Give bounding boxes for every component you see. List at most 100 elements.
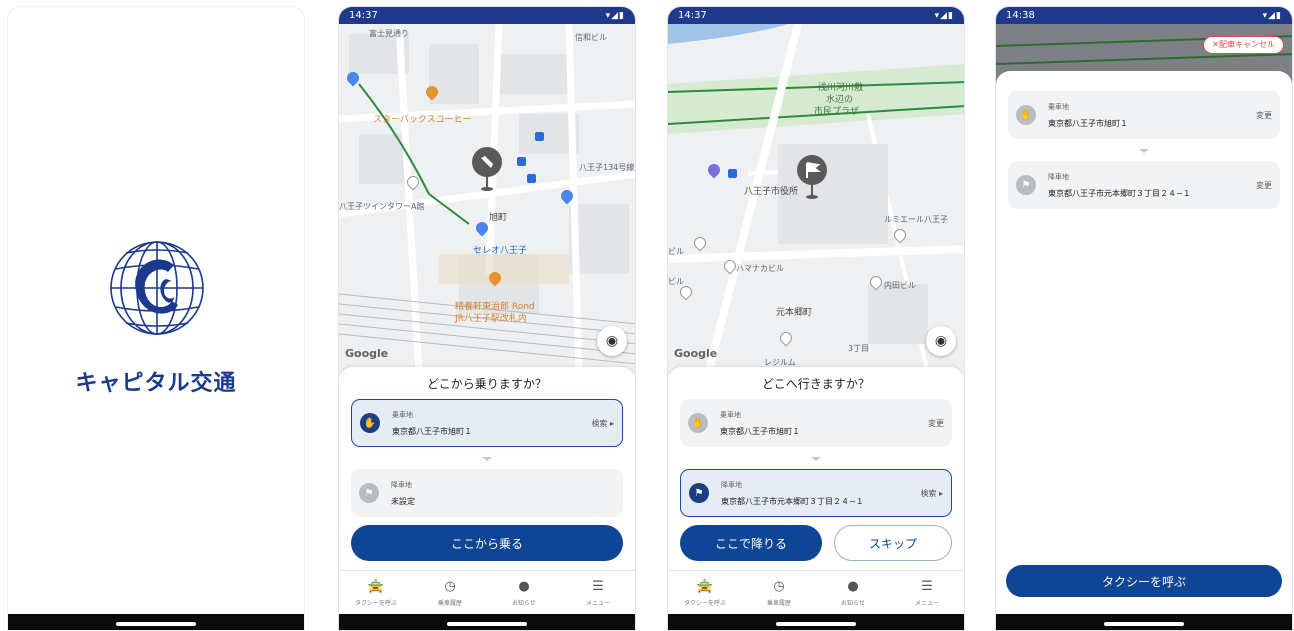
home-indicator[interactable]	[1104, 622, 1184, 626]
tab-bar: 🚖 タクシーを呼ぶ ◷ 乗車履歴 ● お知らせ ☰ メニュー	[339, 570, 635, 614]
pickup-change[interactable]: 変更	[1256, 110, 1272, 121]
flag-icon: ⚑	[689, 483, 709, 503]
home-indicator[interactable]	[776, 622, 856, 626]
tab-label: 乗車履歴	[437, 599, 462, 607]
confirm-panel: ✋ 乗車地 東京都八王子市旭町１ 変更 ⚑ 降車地 東京都八王子市元本郷町３丁目…	[996, 71, 1292, 614]
pickup-hand-icon: ✋	[360, 413, 380, 433]
map-label: セレオ八王子	[473, 246, 528, 256]
tab-label: 乗車履歴	[766, 599, 791, 607]
nav-bar	[339, 614, 635, 630]
drop-here-button[interactable]: ここで降りる	[680, 525, 822, 561]
dropoff-label: 降車地	[391, 480, 412, 489]
tab-notice[interactable]: ● お知らせ	[487, 571, 561, 614]
menu-icon: ☰	[592, 578, 604, 594]
dropoff-value: 未設定	[391, 496, 415, 506]
cancel-dispatch-button[interactable]: ✕配車キャンセル	[1203, 36, 1284, 54]
google-logo: Google	[674, 347, 718, 360]
status-bar: 14:38 ▾◢▮	[996, 7, 1292, 24]
pickup-label: 乗車地	[392, 410, 413, 419]
map-label: スターバックスコーヒー	[373, 115, 472, 125]
map-label: 信和ビル	[575, 33, 607, 42]
home-indicator[interactable]	[116, 622, 196, 626]
dropoff-card[interactable]: ⚑ 降車地 東京都八王子市元本郷町３丁目２４−１ 検索 ▸	[680, 469, 952, 517]
map-label: 元本郷町	[776, 308, 813, 318]
nav-bar	[668, 614, 964, 630]
call-taxi-button[interactable]: タクシーを呼ぶ	[1006, 565, 1282, 597]
map-label: ハマナカビル	[736, 264, 784, 273]
chevron-down-icon	[811, 457, 821, 461]
pickup-hand-icon: ✋	[688, 413, 708, 433]
map-label: 3丁目	[848, 344, 870, 353]
flag-icon: ⚑	[1016, 175, 1036, 195]
dropoff-value: 東京都八王子市元本郷町３丁目２４−１	[721, 496, 864, 506]
map-label: 富士見通り	[369, 29, 409, 38]
tab-label: メニュー	[585, 599, 610, 607]
pickup-card[interactable]: ✋ 乗車地 東京都八王子市旭町１ 変更	[1008, 91, 1280, 139]
tab-label: お知らせ	[512, 599, 536, 607]
bus-stop-icon[interactable]	[517, 157, 526, 166]
tab-history[interactable]: ◷ 乗車履歴	[742, 571, 816, 614]
pickup-hand-icon: ✋	[1016, 105, 1036, 125]
car-icon: 🚖	[367, 578, 385, 594]
status-icons: ▾◢▮	[605, 10, 625, 21]
map-view[interactable]: 富士見通り 信和ビル スターバックスコーヒー 八王子134号線 八王子ツインタワ…	[339, 24, 635, 374]
pickup-search[interactable]: 検索 ▸	[591, 418, 614, 429]
pickup-screen: 14:37 ▾◢▮ 富士見通り 信和ビル スターバックスコーヒー 八王子134号…	[338, 6, 636, 631]
tab-history[interactable]: ◷ 乗車履歴	[413, 571, 487, 614]
pickup-value: 東京都八王子市旭町１	[392, 426, 472, 436]
tab-taxi[interactable]: 🚖 タクシーを呼ぶ	[668, 571, 742, 614]
bus-stop-icon[interactable]	[535, 132, 544, 141]
dropoff-value: 東京都八王子市元本郷町３丁目２４−１	[1048, 188, 1191, 198]
tab-label: タクシーを呼ぶ	[683, 599, 726, 607]
dropoff-label: 降車地	[1048, 172, 1069, 181]
bus-stop-icon[interactable]	[527, 174, 536, 183]
dropoff-screen: 14:37 ▾◢▮ 浅川河川敷 水辺の 市民プラザ 八王子市役所 ルミエール八王…	[667, 6, 965, 631]
tab-label: メニュー	[914, 599, 939, 607]
clock-icon: ◷	[444, 578, 456, 594]
pickup-card[interactable]: ✋ 乗車地 東京都八王子市旭町１ 変更	[680, 399, 952, 447]
ride-from-here-button[interactable]: ここから乗る	[351, 525, 623, 561]
car-icon: 🚖	[696, 578, 714, 594]
menu-icon: ☰	[921, 578, 933, 594]
chevron-down-icon	[482, 457, 492, 461]
map-label: ビル	[668, 247, 684, 256]
pickup-card[interactable]: ✋ 乗車地 東京都八王子市旭町１ 検索 ▸	[351, 399, 623, 447]
status-icons: ▾◢▮	[1262, 10, 1282, 21]
sheet-title: どこから乗りますか？	[427, 377, 547, 391]
dropoff-card[interactable]: ⚑ 降車地 東京都八王子市元本郷町３丁目２４−１ 変更	[1008, 161, 1280, 209]
tab-taxi[interactable]: 🚖 タクシーを呼ぶ	[339, 571, 413, 614]
sheet-title: どこへ行きますか？	[762, 377, 870, 391]
chat-icon: ●	[847, 578, 859, 594]
tab-notice[interactable]: ● お知らせ	[816, 571, 890, 614]
pickup-change[interactable]: 変更	[928, 418, 944, 429]
brand-name: キャピタル交通	[75, 371, 237, 396]
map-view[interactable]: 浅川河川敷 水辺の 市民プラザ 八王子市役所 ルミエール八王子 ビル ハマナカビ…	[668, 24, 964, 374]
status-bar: 14:37 ▾◢▮	[668, 7, 964, 24]
status-time: 14:38	[1006, 10, 1035, 21]
map-label: 八王子ツインタワーA館	[339, 202, 425, 211]
tab-menu[interactable]: ☰ メニュー	[890, 571, 964, 614]
status-time: 14:37	[678, 10, 707, 21]
dropoff-change[interactable]: 変更	[1256, 180, 1272, 191]
crosshair-icon: ◉	[605, 333, 619, 349]
map-label: 内田ビル	[884, 281, 916, 290]
pickup-label: 乗車地	[720, 410, 741, 419]
pickup-value: 東京都八王子市旭町１	[1048, 118, 1128, 128]
dropoff-card[interactable]: ⚑ 降車地 未設定	[351, 469, 623, 517]
map-label: 八王子市役所	[744, 187, 799, 197]
bus-stop-icon[interactable]	[728, 169, 737, 178]
map-label: JR八王子駅改札内	[455, 314, 527, 324]
pickup-pin-icon	[471, 146, 503, 192]
my-location-button[interactable]: ◉	[597, 326, 627, 356]
skip-button[interactable]: スキップ	[834, 525, 952, 561]
clock-icon: ◷	[773, 578, 785, 594]
home-indicator[interactable]	[447, 622, 527, 626]
status-icons: ▾◢▮	[934, 10, 954, 21]
brand-logo	[108, 239, 206, 337]
my-location-button[interactable]: ◉	[926, 326, 956, 356]
tab-label: お知らせ	[841, 599, 865, 607]
map-label: ビル	[668, 277, 684, 286]
google-logo: Google	[345, 347, 389, 360]
dropoff-search[interactable]: 検索 ▸	[920, 488, 943, 499]
tab-menu[interactable]: ☰ メニュー	[561, 571, 635, 614]
